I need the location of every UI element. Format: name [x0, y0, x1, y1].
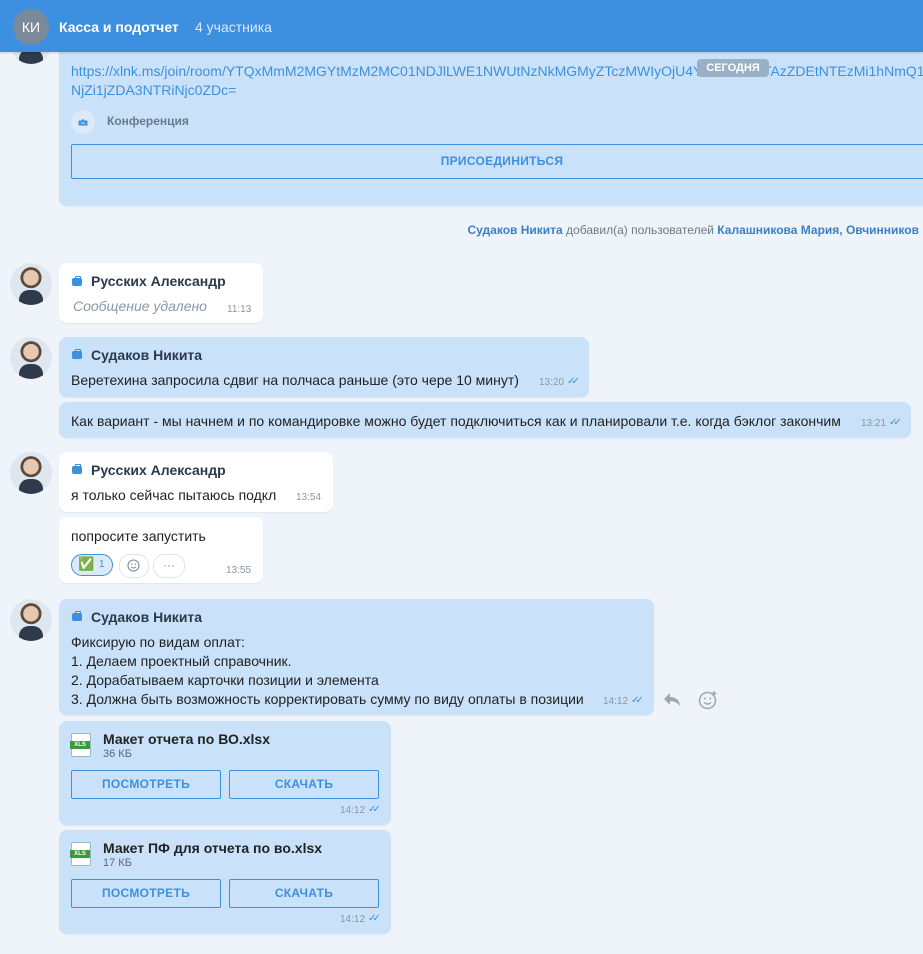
chat-title[interactable]: Касса и подотчет: [59, 19, 179, 35]
message-time: 11:13: [227, 304, 252, 315]
smile-icon[interactable]: [697, 689, 719, 711]
message-text: Веретехина запросила сдвиг на полчаса ра…: [71, 372, 519, 388]
system-actor[interactable]: Судаков Никита: [468, 223, 563, 237]
message-author[interactable]: Судаков Никита: [91, 347, 202, 363]
more-button[interactable]: ···: [153, 554, 185, 578]
message-bubble[interactable]: Русских Александр Сообщение удалено 11:1…: [59, 263, 263, 323]
read-check-icon: ✓✓: [368, 804, 381, 815]
message-text: я только сейчас пытаюсь подкл: [71, 487, 277, 503]
join-conference-button[interactable]: ПРИСОЕДИНИТЬСЯ: [71, 144, 923, 179]
smile-icon: [127, 559, 140, 572]
message-bubble[interactable]: Русских Александр я только сейчас пытаюс…: [59, 452, 333, 512]
reply-icon[interactable]: [662, 690, 682, 708]
file-message[interactable]: Макет отчета по ВО.xlsx 36 КБ ПОСМОТРЕТЬ…: [59, 721, 391, 825]
date-badge: СЕГОДНЯ: [697, 59, 769, 77]
briefcase-icon: [72, 349, 82, 359]
chat-members-count[interactable]: 4 участника: [195, 19, 272, 35]
avatar[interactable]: [10, 599, 52, 641]
file-size: 36 КБ: [103, 748, 132, 760]
read-check-icon: ✓✓: [631, 695, 644, 706]
conference-link-cont[interactable]: NjZi1jZDA3NTRiNjc0ZDc=: [71, 82, 236, 98]
message-line: 3. Должна быть возможность корректироват…: [71, 691, 584, 707]
avatar[interactable]: [10, 337, 52, 379]
briefcase-icon: [72, 276, 82, 286]
message-line: 1. Делаем проектный справочник.: [71, 653, 292, 669]
conference-message: https://xlnk.ms/join/room/YTQxMmM2MGYtMz…: [59, 40, 923, 206]
briefcase-icon: [72, 611, 82, 621]
message-author[interactable]: Русских Александр: [91, 273, 226, 289]
file-name[interactable]: Макет ПФ для отчета по во.xlsx: [103, 840, 322, 856]
message-time: 13:20: [539, 377, 565, 388]
briefcase-icon: [72, 464, 82, 474]
system-action: добавил(а) пользователей: [562, 223, 718, 237]
read-check-icon: ✓✓: [368, 913, 381, 924]
conference-link[interactable]: https://xlnk.ms/join/room/YTQxMmM2MGYtMz…: [71, 63, 702, 79]
check-emoji-icon: ✅: [78, 556, 95, 571]
chat-avatar[interactable]: КИ: [13, 9, 49, 45]
message-bubble[interactable]: Судаков Никита Веретехина запросила сдви…: [59, 337, 589, 397]
message-time: 13:54: [296, 492, 322, 503]
read-check-icon: ✓✓: [889, 417, 902, 428]
download-file-button[interactable]: СКАЧАТЬ: [229, 879, 379, 908]
message-time: 14:12: [603, 696, 629, 707]
file-message[interactable]: Макет ПФ для отчета по во.xlsx 17 КБ ПОС…: [59, 830, 391, 934]
system-targets[interactable]: Калашникова Мария, Овчинников: [717, 223, 919, 237]
chat-header: КИ Касса и подотчет 4 участника: [0, 0, 923, 52]
avatar[interactable]: [10, 452, 52, 494]
message-time: 14:12: [340, 805, 366, 816]
message-text: попросите запустить: [71, 528, 206, 544]
xls-file-icon: [70, 842, 91, 866]
file-size: 17 КБ: [103, 857, 132, 869]
message-text: Сообщение удалено: [73, 298, 207, 314]
view-file-button[interactable]: ПОСМОТРЕТЬ: [71, 770, 221, 799]
reaction-count: 1: [99, 559, 105, 570]
message-bubble[interactable]: попросите запустить ✅ 1 ··· 13:55: [59, 517, 263, 583]
message-line: Фиксирую по видам оплат:: [71, 634, 245, 650]
message-author[interactable]: Судаков Никита: [91, 609, 202, 625]
system-message: Судаков Никита добавил(а) пользователей …: [468, 223, 919, 237]
message-time: 13:21: [861, 418, 887, 429]
xls-file-icon: [70, 733, 91, 757]
message-bubble[interactable]: Как вариант - мы начнем и по командировк…: [59, 402, 911, 438]
message-line: 2. Дорабатываем карточки позиции и элеме…: [71, 672, 379, 688]
view-file-button[interactable]: ПОСМОТРЕТЬ: [71, 879, 221, 908]
message-author[interactable]: Русских Александр: [91, 462, 226, 478]
add-reaction-button[interactable]: [119, 554, 149, 578]
message-bubble[interactable]: Судаков Никита Фиксирую по видам оплат: …: [59, 599, 654, 715]
avatar[interactable]: [10, 263, 52, 305]
file-name[interactable]: Макет отчета по ВО.xlsx: [103, 731, 270, 747]
read-check-icon: ✓✓: [567, 376, 580, 387]
conference-icon: [71, 110, 95, 134]
reaction-checkmark[interactable]: ✅ 1: [71, 554, 113, 576]
conference-link-end[interactable]: TAzZDEtNTEzMi1hNmQ1: [763, 63, 923, 79]
message-time: 14:12: [340, 914, 366, 925]
download-file-button[interactable]: СКАЧАТЬ: [229, 770, 379, 799]
message-text: Как вариант - мы начнем и по командировк…: [71, 413, 841, 429]
conference-label: Конференция: [107, 114, 189, 128]
message-time: 13:55: [226, 565, 252, 576]
